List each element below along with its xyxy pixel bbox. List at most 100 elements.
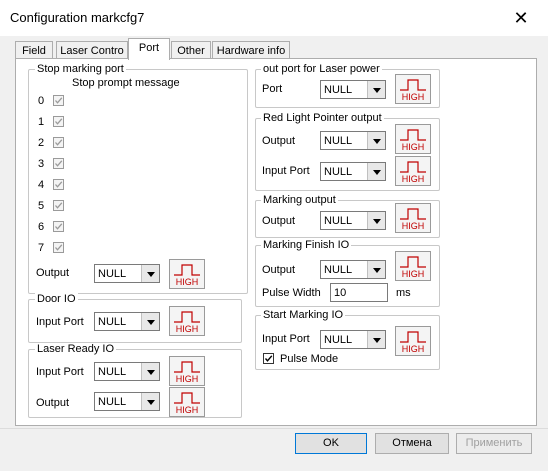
- pulse-high-icon: [400, 208, 426, 220]
- stop-port-number: 1: [38, 116, 45, 128]
- laser-ready-input-select[interactable]: NULL: [94, 362, 160, 381]
- stop-output-high-button[interactable]: HIGH: [169, 259, 205, 289]
- pulse-high-icon: [174, 392, 200, 404]
- check-icon: [55, 139, 63, 146]
- chevron-down-icon: [367, 163, 385, 180]
- check-icon: [55, 118, 63, 125]
- stop-port-number: 6: [38, 221, 45, 233]
- laser-ready-input-high-button[interactable]: HIGH: [169, 356, 205, 386]
- pulse-high-icon: [400, 79, 426, 91]
- select-value: NULL: [98, 396, 127, 408]
- high-label: HIGH: [401, 269, 425, 279]
- pulse-high-icon: [174, 311, 200, 323]
- laser-ready-legend: Laser Ready IO: [35, 343, 117, 355]
- cancel-button[interactable]: Отмена: [375, 433, 449, 454]
- footer-divider: [0, 428, 548, 429]
- check-icon: [55, 160, 63, 167]
- stop-port-checkbox[interactable]: [53, 137, 64, 148]
- laser-power-port-label: Port: [262, 83, 283, 95]
- chevron-down-icon: [141, 265, 159, 282]
- chevron-down-icon: [367, 81, 385, 98]
- laser-ready-input-label: Input Port: [36, 366, 84, 378]
- select-value: NULL: [324, 215, 353, 227]
- pulse-width-input[interactable]: 10: [330, 283, 388, 302]
- stop-port-number: 5: [38, 200, 45, 212]
- check-icon: [55, 223, 63, 230]
- start-marking-legend: Start Marking IO: [261, 309, 346, 321]
- high-label: HIGH: [401, 344, 425, 354]
- door-io-legend: Door IO: [35, 293, 78, 305]
- chevron-down-icon: [367, 132, 385, 149]
- pulse-high-icon: [174, 264, 200, 276]
- stop-port-checkbox[interactable]: [53, 158, 64, 169]
- marking-finish-high-button[interactable]: HIGH: [395, 251, 431, 281]
- pulse-high-icon: [174, 361, 200, 373]
- stop-port-checkbox[interactable]: [53, 242, 64, 253]
- start-marking-input-select[interactable]: NULL: [320, 330, 386, 349]
- close-icon[interactable]: ✕: [510, 8, 532, 28]
- high-label: HIGH: [401, 221, 425, 231]
- door-input-high-button[interactable]: HIGH: [169, 306, 205, 336]
- high-label: HIGH: [401, 174, 425, 184]
- select-value: NULL: [98, 316, 127, 328]
- stop-output-select[interactable]: NULL: [94, 264, 160, 283]
- stop-port-checkbox[interactable]: [53, 116, 64, 127]
- select-value: NULL: [324, 84, 353, 96]
- stop-port-checkbox[interactable]: [53, 179, 64, 190]
- red-light-input-label: Input Port: [262, 165, 310, 177]
- chevron-down-icon: [141, 313, 159, 330]
- stop-output-label: Output: [36, 267, 70, 279]
- chevron-down-icon: [141, 363, 159, 380]
- red-light-output-select[interactable]: NULL: [320, 131, 386, 150]
- chevron-down-icon: [367, 212, 385, 229]
- marking-output-select[interactable]: NULL: [320, 211, 386, 230]
- stop-port-number: 0: [38, 95, 45, 107]
- pulse-high-icon: [400, 129, 426, 141]
- door-input-select[interactable]: NULL: [94, 312, 160, 331]
- stop-marking-port-legend: Stop marking port: [35, 63, 126, 75]
- stop-port-checkbox[interactable]: [53, 200, 64, 211]
- high-label: HIGH: [175, 374, 199, 384]
- pulse-width-value: 10: [334, 287, 347, 299]
- apply-button[interactable]: Применить: [456, 433, 532, 454]
- pulse-high-icon: [400, 256, 426, 268]
- laser-power-high-button[interactable]: HIGH: [395, 74, 431, 104]
- marking-output-legend: Marking output: [261, 194, 338, 206]
- high-label: HIGH: [401, 142, 425, 152]
- stop-port-number: 2: [38, 137, 45, 149]
- stop-port-number: 7: [38, 242, 45, 254]
- high-label: HIGH: [401, 92, 425, 102]
- red-light-input-high-button[interactable]: HIGH: [395, 156, 431, 186]
- red-light-output-high-button[interactable]: HIGH: [395, 124, 431, 154]
- stop-prompt-header: Stop prompt message: [72, 77, 180, 89]
- stop-port-number: 4: [38, 179, 45, 191]
- window-title: Configuration markcfg7: [10, 10, 145, 25]
- marking-finish-output-label: Output: [262, 264, 296, 276]
- laser-power-port-select[interactable]: NULL: [320, 80, 386, 99]
- red-light-legend: Red Light Pointer output: [261, 112, 384, 124]
- marking-finish-output-select[interactable]: NULL: [320, 260, 386, 279]
- select-value: NULL: [98, 366, 127, 378]
- ok-button[interactable]: OK: [295, 433, 367, 454]
- laser-ready-output-high-button[interactable]: HIGH: [169, 387, 205, 417]
- stop-port-checkbox[interactable]: [53, 95, 64, 106]
- laser-ready-output-select[interactable]: NULL: [94, 392, 160, 411]
- pulse-width-unit: ms: [396, 287, 411, 299]
- pulse-high-icon: [400, 331, 426, 343]
- select-value: NULL: [324, 166, 353, 178]
- pulse-high-icon: [400, 161, 426, 173]
- tab-port[interactable]: Port: [128, 38, 170, 60]
- select-value: NULL: [324, 135, 353, 147]
- stop-port-checkbox[interactable]: [53, 221, 64, 232]
- pulse-mode-checkbox[interactable]: [263, 353, 274, 364]
- red-light-input-select[interactable]: NULL: [320, 162, 386, 181]
- chevron-down-icon: [367, 331, 385, 348]
- chevron-down-icon: [141, 393, 159, 410]
- chevron-down-icon: [367, 261, 385, 278]
- door-input-label: Input Port: [36, 316, 84, 328]
- start-marking-input-label: Input Port: [262, 333, 310, 345]
- high-label: HIGH: [175, 405, 199, 415]
- start-marking-high-button[interactable]: HIGH: [395, 326, 431, 356]
- marking-output-high-button[interactable]: HIGH: [395, 203, 431, 233]
- pulse-mode-label: Pulse Mode: [280, 353, 339, 365]
